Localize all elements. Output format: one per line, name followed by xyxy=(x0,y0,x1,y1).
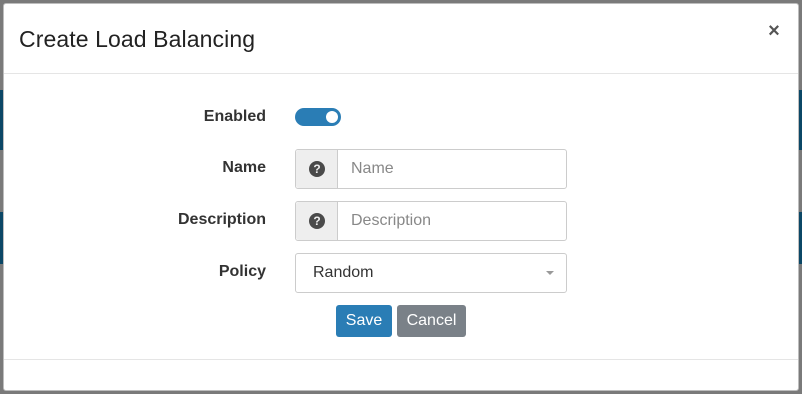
description-help-addon[interactable]: ? xyxy=(296,202,338,240)
description-input-group: ? xyxy=(295,201,567,241)
help-icon: ? xyxy=(309,213,325,229)
policy-label: Policy xyxy=(218,263,266,280)
enabled-toggle[interactable] xyxy=(295,108,341,126)
description-input[interactable] xyxy=(339,202,565,240)
policy-selected-value: Random xyxy=(313,264,374,281)
cancel-button[interactable]: Cancel xyxy=(397,305,466,337)
dialog-title: Create Load Balancing xyxy=(19,26,256,52)
enabled-label: Enabled xyxy=(203,108,266,125)
dialog-footer-divider xyxy=(4,359,798,360)
dialog-header: Create Load Balancing × xyxy=(4,4,798,74)
help-icon: ? xyxy=(309,161,325,177)
name-help-addon[interactable]: ? xyxy=(296,150,338,188)
toggle-knob xyxy=(326,111,338,123)
name-input-group: ? xyxy=(295,149,567,189)
caret-down-icon xyxy=(546,271,554,275)
description-label: Description xyxy=(177,211,266,228)
close-icon[interactable]: × xyxy=(766,21,782,41)
name-label: Name xyxy=(222,159,266,176)
name-input[interactable] xyxy=(339,150,565,188)
save-button[interactable]: Save xyxy=(336,305,392,337)
policy-select[interactable]: Random xyxy=(295,253,567,293)
create-load-balancing-dialog: Create Load Balancing × Enabled Name ? D… xyxy=(3,3,799,391)
